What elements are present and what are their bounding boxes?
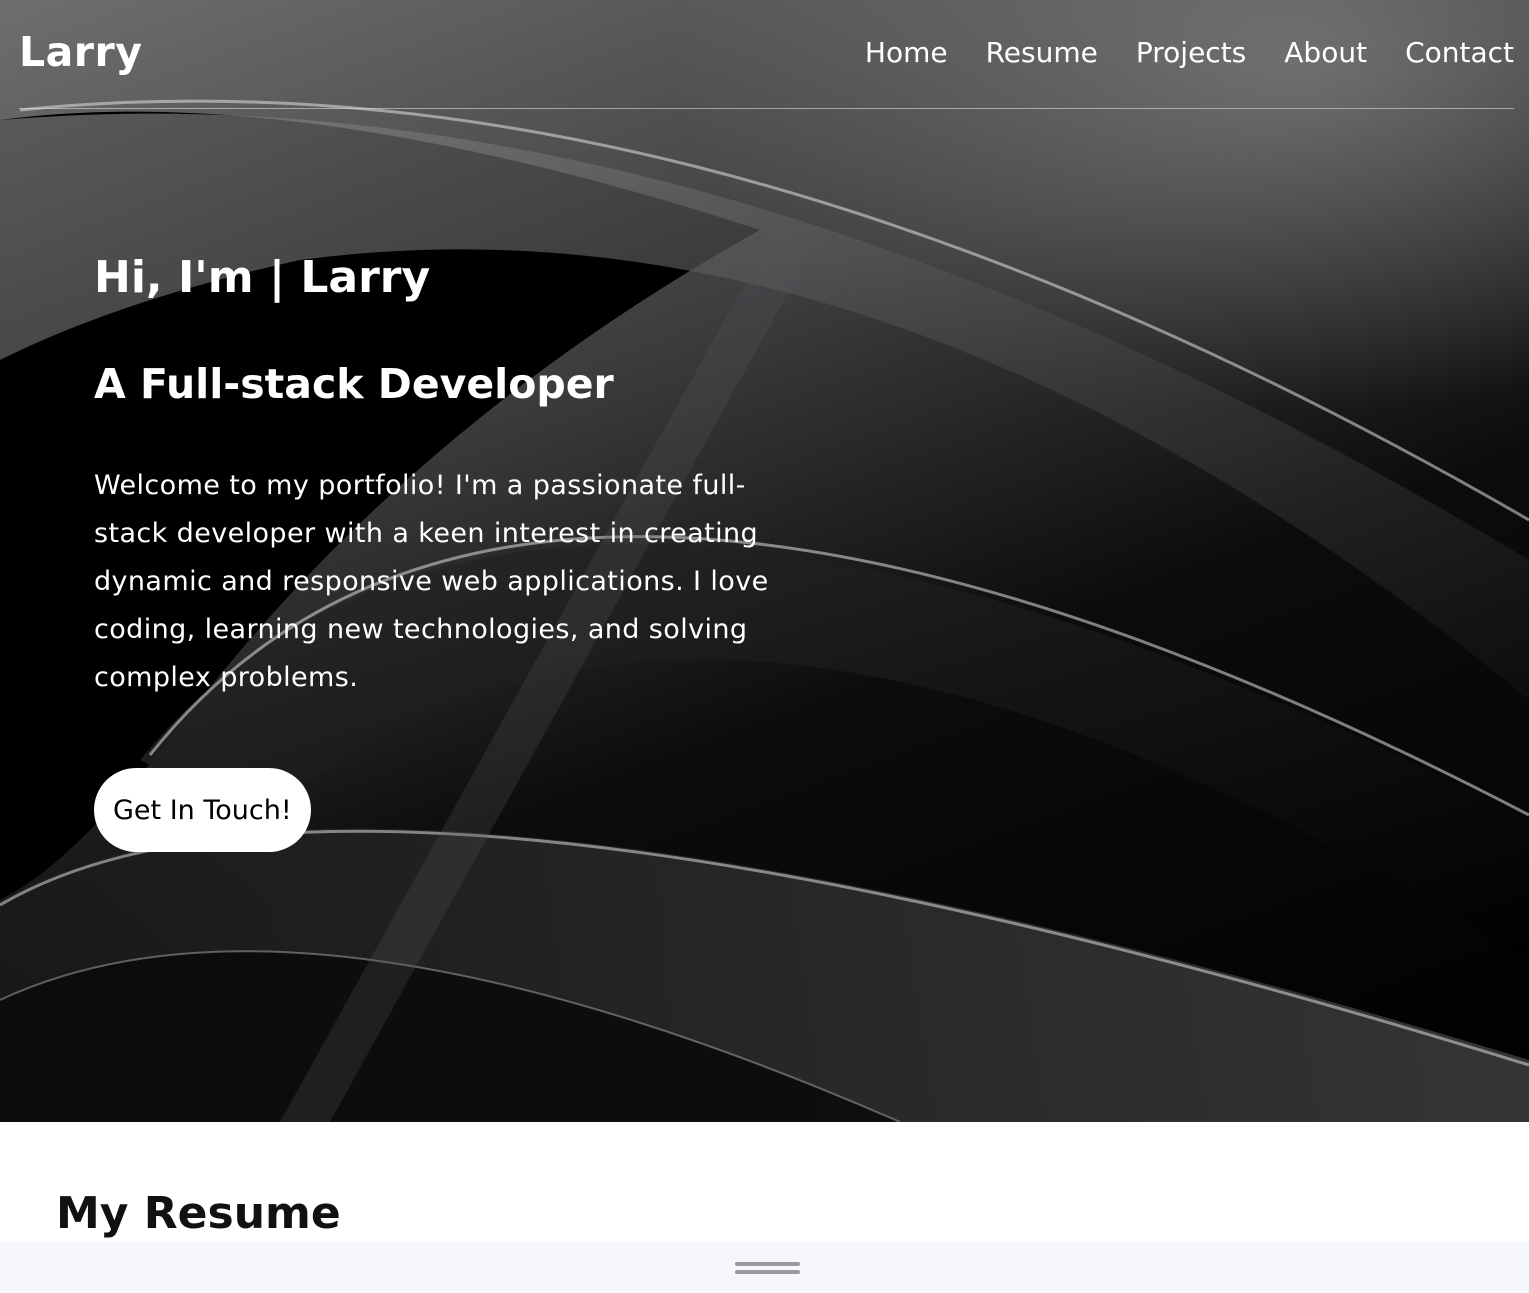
resume-title: My Resume [56,1188,341,1239]
nav-item-home[interactable]: Home [865,36,948,69]
hero-section: Larry Home Resume Projects About Contact… [0,0,1529,1122]
top-navbar: Larry Home Resume Projects About Contact [19,0,1514,109]
hero-bio: Welcome to my portfolio! I'm a passionat… [94,470,769,693]
nav-item-resume[interactable]: Resume [986,36,1098,69]
nav-item-projects[interactable]: Projects [1136,36,1246,69]
hero-intro: Hi, I'm | Larry A Full-stack Developer W… [94,250,814,702]
brand-logo[interactable]: Larry [19,28,142,76]
nav-links: Home Resume Projects About Contact [865,36,1514,69]
bottom-sheet-bar [0,1242,1529,1293]
hero-role: A Full-stack Developer [94,360,614,408]
drag-handle-icon[interactable] [735,1262,800,1274]
hero-greeting: Hi, I'm | Larry [94,252,431,303]
get-in-touch-button[interactable]: Get In Touch! [94,768,311,852]
nav-item-contact[interactable]: Contact [1405,36,1514,69]
nav-item-about[interactable]: About [1284,36,1367,69]
